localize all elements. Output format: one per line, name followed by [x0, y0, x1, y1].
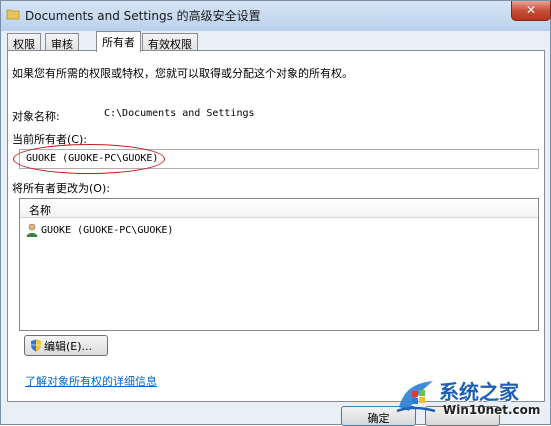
learn-ownership-link[interactable]: 了解对象所有权的详细信息 — [25, 373, 157, 389]
intro-text: 如果您有所需的权限或特权，您就可以取得或分配这个对象的所有权。 — [12, 67, 353, 80]
owner-tab-panel: 如果您有所需的权限或特权，您就可以取得或分配这个对象的所有权。 对象名称: C:… — [7, 50, 545, 402]
object-name-label: 对象名称: — [12, 110, 60, 123]
window-title: Documents and Settings 的高级安全设置 — [25, 9, 261, 23]
close-button[interactable]: ✕ — [511, 1, 551, 21]
advanced-security-settings-window: Documents and Settings 的高级安全设置 ✕ 权限 审核 所… — [0, 0, 551, 426]
ok-button-label: 确定 — [367, 412, 390, 425]
change-owner-label: 将所有者更改为(O): — [12, 182, 110, 195]
list-item[interactable]: GUOKE (GUOKE-PC\GUOKE) — [22, 221, 177, 239]
shield-icon — [31, 339, 41, 352]
edit-button[interactable]: 编辑(E)... — [24, 335, 108, 356]
list-column-header-name[interactable]: 名称 — [20, 199, 538, 218]
tab-auditing[interactable]: 审核 — [45, 33, 79, 51]
tab-permissions[interactable]: 权限 — [7, 33, 41, 51]
cancel-button[interactable] — [425, 406, 500, 426]
object-name-value: C:\Documents and Settings — [104, 108, 255, 119]
tab-label: 所有者 — [102, 36, 135, 49]
folder-icon — [6, 9, 20, 20]
tab-effective-permissions[interactable]: 有效权限 — [142, 33, 198, 51]
edit-button-label: 编辑(E)... — [44, 339, 93, 353]
current-owner-field[interactable]: GUOKE (GUOKE-PC\GUOKE) — [19, 149, 539, 169]
owner-candidates-list[interactable]: 名称 GUOKE (GUOKE-PC\GUOKE) — [19, 198, 539, 331]
close-icon: ✕ — [526, 3, 537, 17]
ok-button[interactable]: 确定 — [341, 406, 416, 426]
current-owner-label: 当前所有者(C): — [12, 133, 87, 146]
title-bar[interactable]: Documents and Settings 的高级安全设置 — [1, 1, 550, 29]
user-icon — [26, 223, 38, 237]
tab-owner[interactable]: 所有者 — [96, 31, 141, 52]
list-item-label: GUOKE (GUOKE-PC\GUOKE) — [41, 224, 174, 236]
